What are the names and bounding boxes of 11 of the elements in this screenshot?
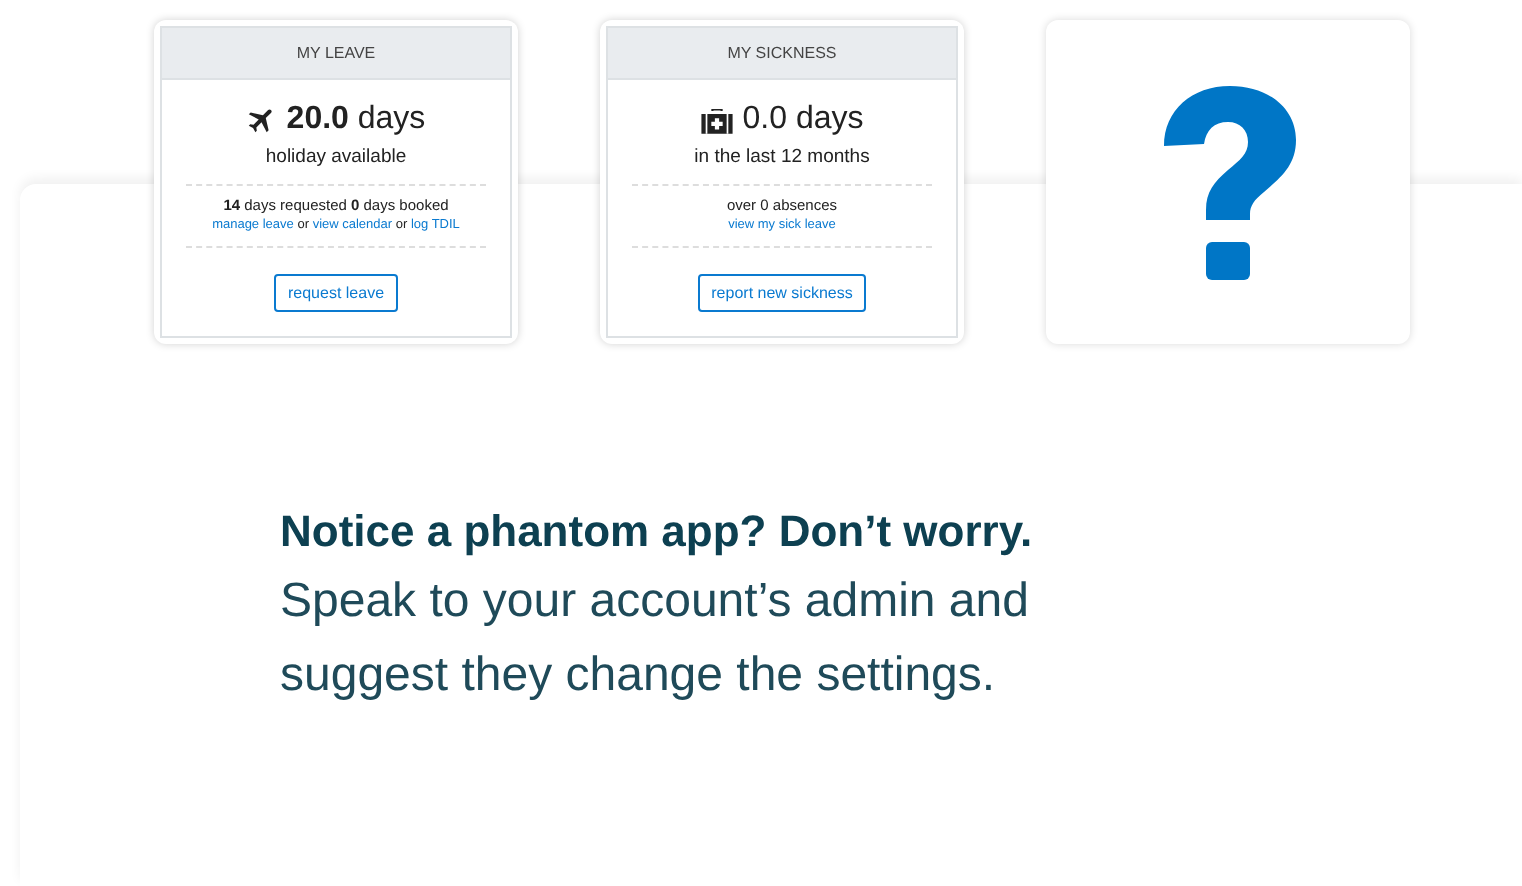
card-action-button[interactable]: request leave (273, 274, 399, 312)
card-subtitle: in the last 12 months (694, 146, 870, 170)
days-amount: 20.0 days (286, 100, 426, 140)
card-subtitle: holiday available (265, 146, 407, 170)
card-action-button[interactable]: report new sickness (697, 274, 867, 312)
days-amount: 0.0 days (742, 100, 864, 140)
message-body: Speak to your account’s admin and suggest they change the settings. (280, 572, 1031, 706)
card-header: MY SICKNESS (608, 28, 956, 80)
card-header: MY LEAVE (162, 28, 510, 80)
medical-kit-icon (700, 105, 735, 135)
message-title: Notice a phantom app? Don’t worry. (280, 504, 1035, 560)
